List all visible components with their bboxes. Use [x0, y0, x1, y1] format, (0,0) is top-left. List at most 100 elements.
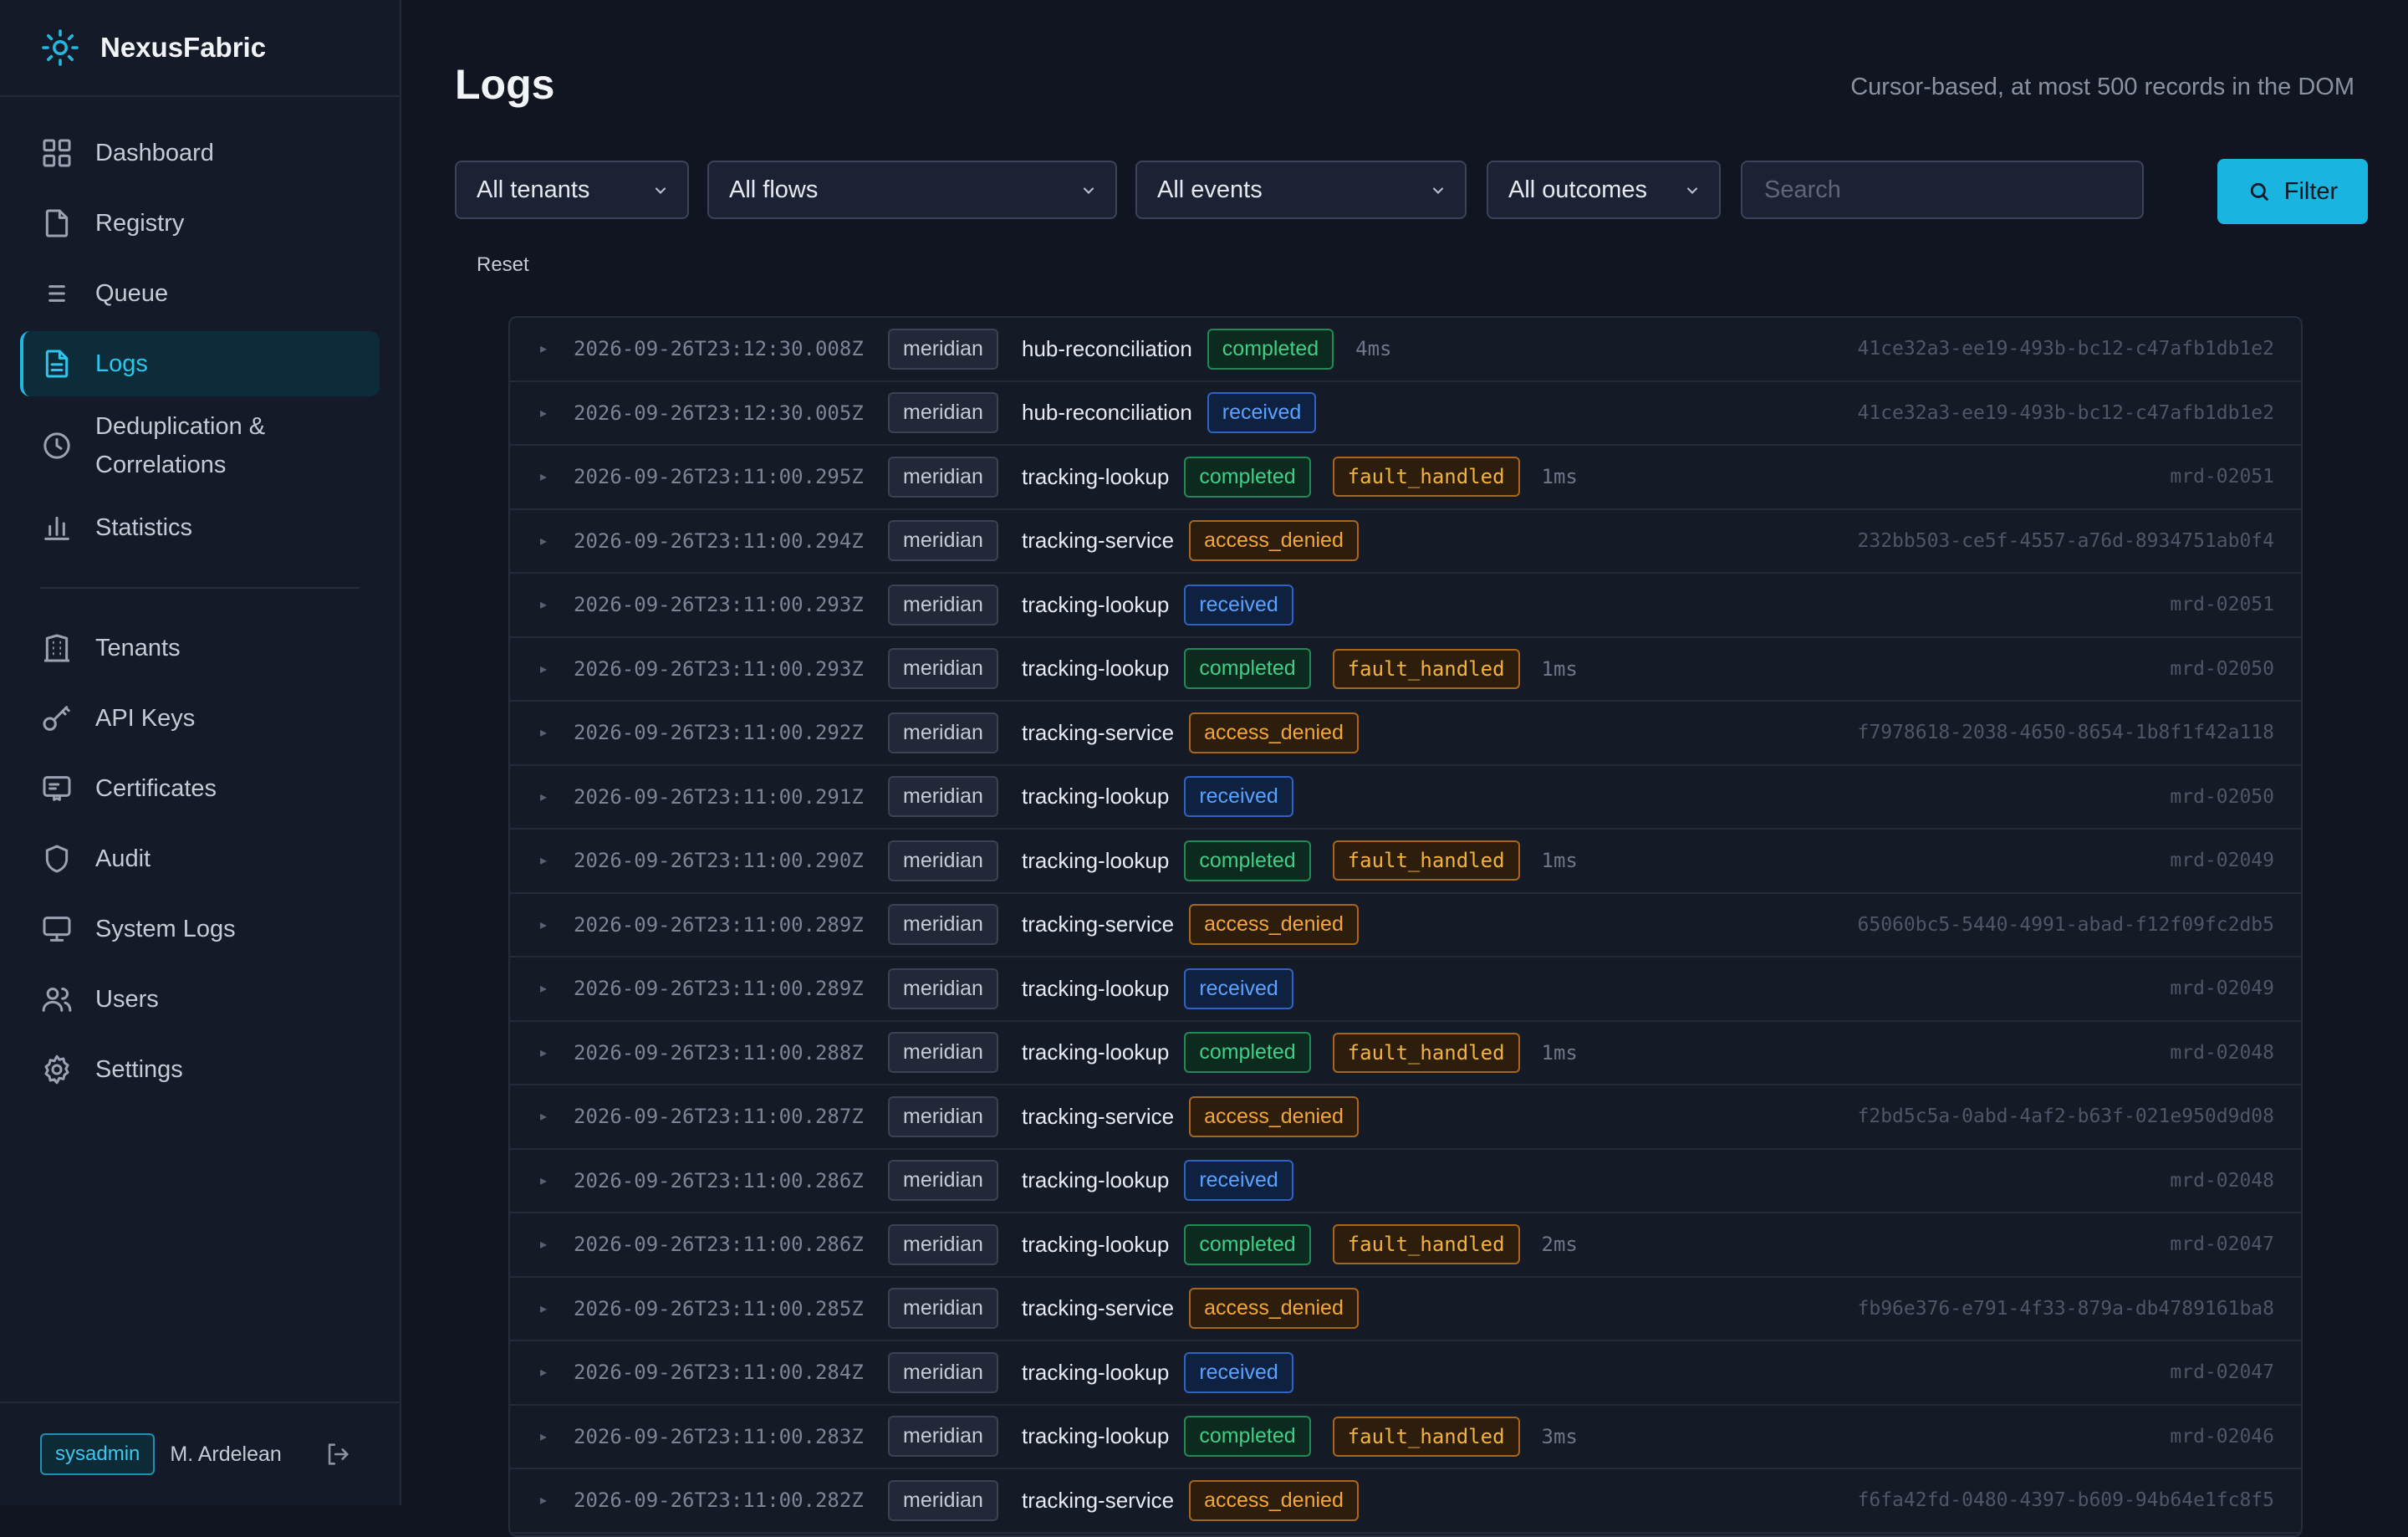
expand-caret-icon[interactable]: ▸: [540, 1172, 547, 1189]
sidebar-item-logs[interactable]: Logs: [20, 331, 380, 396]
correlation-id: mrd-02050: [2170, 785, 2274, 808]
expand-caret-icon[interactable]: ▸: [540, 1236, 547, 1253]
log-row[interactable]: ▸ 2026-09-26T23:11:00.293Z meridian trackin…: [510, 574, 2301, 638]
search-icon: [2250, 182, 2268, 201]
log-timestamp: 2026-09-26T23:11:00.293Z: [574, 593, 864, 617]
sidebar-item-statistics[interactable]: Statistics: [20, 495, 380, 560]
log-row[interactable]: ▸ 2026-09-26T23:11:00.286Z meridian trackin…: [510, 1213, 2301, 1278]
correlation-id: f7978618-2038-4650-8654-1b8f1f42a118: [1857, 722, 2275, 744]
log-row-details: tracking-service access_denied: [1022, 1479, 1380, 1521]
log-row[interactable]: ▸ 2026-09-26T23:11:00.284Z meridian trackin…: [510, 1341, 2301, 1406]
log-row[interactable]: ▸ 2026-09-26T23:11:00.292Z meridian trackin…: [510, 702, 2301, 766]
fault-badge: fault_handled: [1332, 648, 1520, 689]
expand-caret-icon[interactable]: ▸: [540, 340, 547, 357]
bar-chart-icon: [44, 516, 69, 540]
correlation-id: mrd-02051: [2170, 466, 2274, 488]
key-icon: [43, 706, 70, 731]
flow-name: tracking-lookup: [1022, 847, 1170, 873]
log-row-details: tracking-service access_denied: [1022, 1288, 1380, 1330]
tenant-badge: meridian: [888, 968, 998, 1009]
fault-badge: fault_handled: [1332, 1224, 1520, 1265]
filter-button[interactable]: Filter: [2217, 159, 2368, 224]
log-row[interactable]: ▸ 2026-09-26T23:11:00.295Z meridian trackin…: [510, 446, 2301, 510]
expand-caret-icon[interactable]: ▸: [540, 533, 547, 549]
sidebar-item-registry[interactable]: Registry: [20, 191, 380, 256]
correlation-id: mrd-02048: [2170, 1169, 2274, 1192]
expand-caret-icon[interactable]: ▸: [540, 661, 547, 677]
flow-name: tracking-service: [1022, 1487, 1175, 1513]
expand-caret-icon[interactable]: ▸: [540, 468, 547, 485]
expand-caret-icon[interactable]: ▸: [540, 980, 547, 997]
sidebar-item-settings[interactable]: Settings: [20, 1037, 380, 1102]
log-timestamp: 2026-09-26T23:11:00.282Z: [574, 1488, 864, 1513]
search-input[interactable]: [1741, 161, 2144, 219]
log-row[interactable]: ▸ 2026-09-26T23:11:00.293Z meridian trackin…: [510, 638, 2301, 702]
chevron-down-icon: [1432, 187, 1444, 194]
expand-caret-icon[interactable]: ▸: [540, 852, 547, 869]
sidebar-item-tenants[interactable]: Tenants: [20, 615, 380, 681]
sidebar-item-audit[interactable]: Audit: [20, 826, 380, 891]
expand-caret-icon[interactable]: ▸: [540, 789, 547, 805]
sidebar-item-dashboard[interactable]: Dashboard: [20, 120, 380, 186]
fault-badge: fault_handled: [1332, 840, 1520, 881]
log-row[interactable]: ▸ 2026-09-26T23:11:00.282Z meridian trackin…: [510, 1469, 2301, 1534]
expand-caret-icon[interactable]: ▸: [540, 1428, 547, 1445]
log-timestamp: 2026-09-26T23:11:00.287Z: [574, 1105, 864, 1129]
log-timestamp: 2026-09-26T23:11:00.291Z: [574, 784, 864, 809]
sidebar-item-queue[interactable]: Queue: [20, 261, 380, 326]
status-badge: access_denied: [1189, 520, 1359, 562]
correlation-id: fb96e376-e791-4f33-879a-db4789161ba8: [1857, 1297, 2275, 1320]
expand-caret-icon[interactable]: ▸: [540, 724, 547, 741]
expand-caret-icon[interactable]: ▸: [540, 917, 547, 933]
tenant-badge: meridian: [888, 840, 998, 881]
status-badge: access_denied: [1189, 1288, 1359, 1330]
sidebar-footer: sysadmin M. Ardelean: [0, 1402, 400, 1505]
sidebar-item-deduplication[interactable]: Deduplication & Correlations: [20, 401, 380, 490]
flow-name: tracking-lookup: [1022, 975, 1170, 1001]
flow-name: tracking-lookup: [1022, 1231, 1170, 1257]
log-row[interactable]: ▸ 2026-09-26T23:12:30.008Z meridian hub-rec…: [510, 318, 2301, 382]
status-badge: access_denied: [1189, 1095, 1359, 1137]
expand-caret-icon[interactable]: ▸: [540, 596, 547, 613]
expand-caret-icon[interactable]: ▸: [540, 1108, 547, 1125]
sidebar-item-system-logs[interactable]: System Logs: [20, 896, 380, 962]
page-title: Logs: [455, 61, 555, 108]
page-subtitle: Cursor-based, at most 500 records in the…: [1850, 74, 2354, 100]
log-row[interactable]: ▸ 2026-09-26T23:11:00.288Z meridian trackin…: [510, 1022, 2301, 1085]
log-row[interactable]: ▸ 2026-09-26T23:11:00.287Z meridian trackin…: [510, 1085, 2301, 1150]
log-row[interactable]: ▸ 2026-09-26T23:11:00.286Z meridian trackin…: [510, 1150, 2301, 1213]
log-timestamp: 2026-09-26T23:11:00.284Z: [574, 1361, 864, 1385]
log-timestamp: 2026-09-26T23:11:00.295Z: [574, 465, 864, 489]
log-row-details: tracking-lookup completed fault_handled 1ms: [1022, 1032, 1578, 1074]
log-row[interactable]: ▸ 2026-09-26T23:11:00.285Z meridian trackin…: [510, 1278, 2301, 1341]
log-row[interactable]: ▸ 2026-09-26T23:11:00.291Z meridian trackin…: [510, 766, 2301, 830]
outcome-select[interactable]: All outcomes: [1487, 161, 1721, 219]
brand[interactable]: NexusFabric: [0, 0, 400, 97]
expand-caret-icon[interactable]: ▸: [540, 405, 547, 421]
status-badge: completed: [1184, 1416, 1311, 1458]
brand-name: NexusFabric: [100, 32, 267, 63]
flow-select[interactable]: All flows: [707, 161, 1117, 219]
event-select[interactable]: All events: [1135, 161, 1467, 219]
log-row[interactable]: ▸ 2026-09-26T23:11:00.283Z meridian trackin…: [510, 1406, 2301, 1469]
log-row[interactable]: ▸ 2026-09-26T23:11:00.290Z meridian trackin…: [510, 830, 2301, 894]
sidebar-divider: [40, 587, 360, 589]
reset-link[interactable]: Reset: [477, 253, 529, 277]
tenant-select[interactable]: All tenants: [455, 161, 689, 219]
log-row[interactable]: ▸ 2026-09-26T23:11:00.294Z meridian trackin…: [510, 510, 2301, 574]
sidebar-item-users[interactable]: Users: [20, 967, 380, 1032]
status-badge: access_denied: [1189, 712, 1359, 753]
log-timestamp: 2026-09-26T23:11:00.289Z: [574, 977, 864, 1001]
sidebar-item-api-keys[interactable]: API Keys: [20, 686, 380, 751]
tenant-badge: meridian: [888, 648, 998, 690]
expand-caret-icon[interactable]: ▸: [540, 1492, 547, 1509]
log-row[interactable]: ▸ 2026-09-26T23:11:00.289Z meridian trackin…: [510, 894, 2301, 957]
logout-icon[interactable]: [324, 1440, 352, 1468]
log-row[interactable]: ▸ 2026-09-26T23:12:30.005Z meridian hub-rec…: [510, 382, 2301, 446]
expand-caret-icon[interactable]: ▸: [540, 1300, 547, 1317]
sidebar-item-certificates[interactable]: Certificates: [20, 756, 380, 821]
log-row-details: tracking-service access_denied: [1022, 712, 1380, 753]
expand-caret-icon[interactable]: ▸: [540, 1044, 547, 1061]
expand-caret-icon[interactable]: ▸: [540, 1364, 547, 1381]
log-row[interactable]: ▸ 2026-09-26T23:11:00.289Z meridian trackin…: [510, 957, 2301, 1022]
